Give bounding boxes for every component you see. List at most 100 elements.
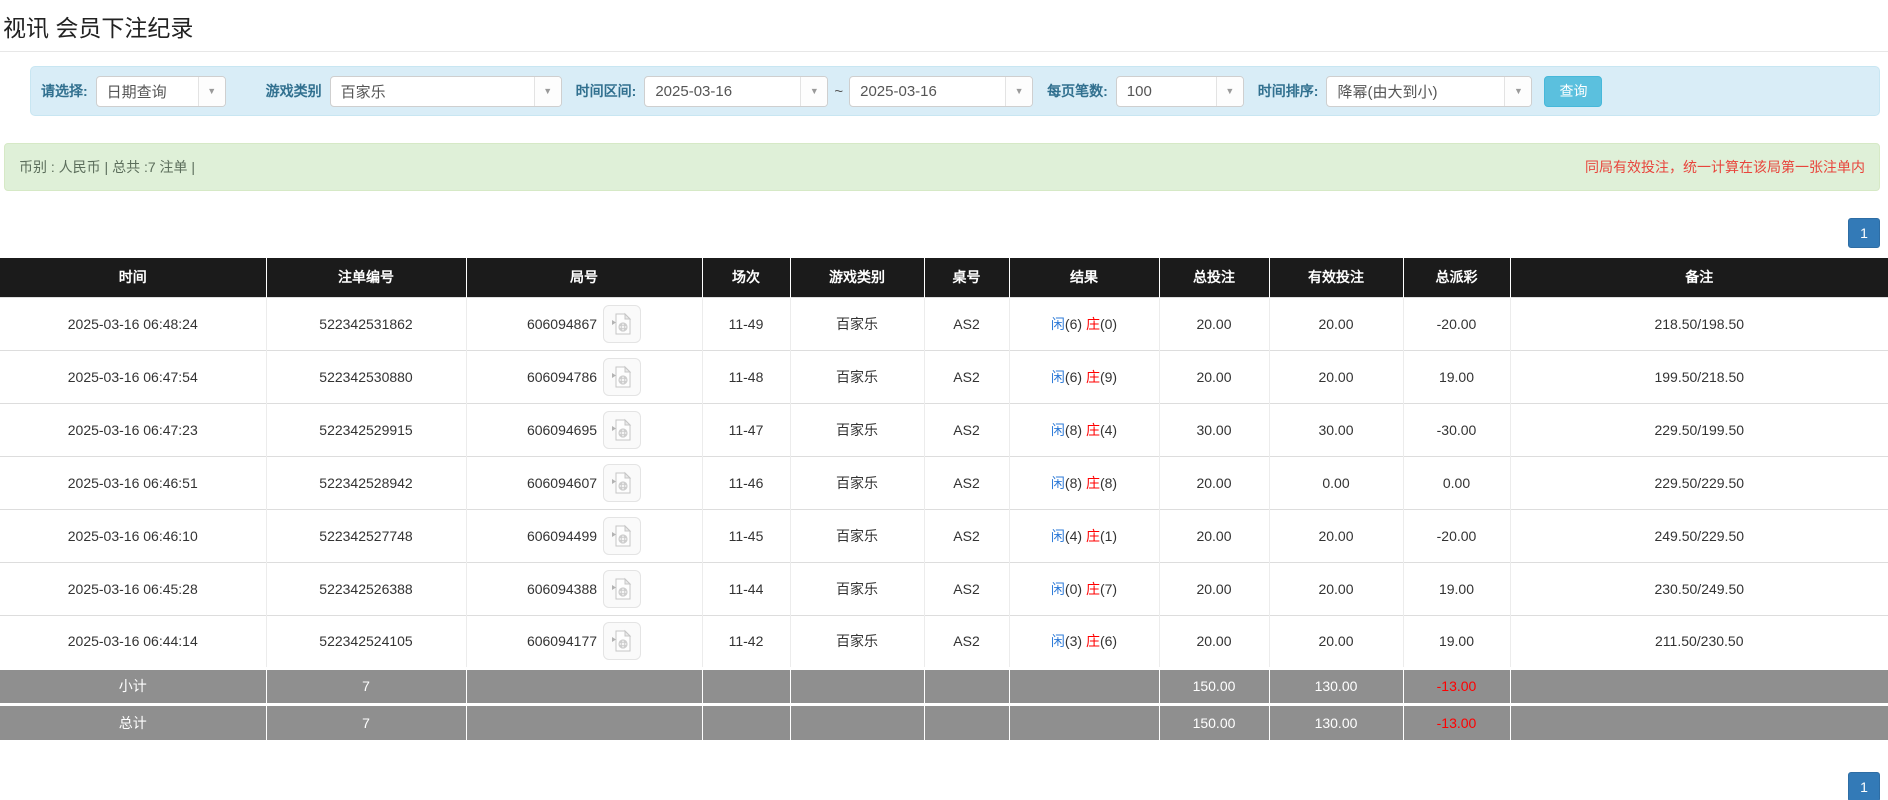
result-banker-label: 庄 xyxy=(1086,633,1100,649)
result-score: (8) xyxy=(1065,475,1082,491)
cell-round-id: 606094695 xyxy=(466,403,702,456)
result-player-label: 闲 xyxy=(1051,633,1065,649)
result-banker-label: 庄 xyxy=(1086,528,1100,544)
video-replay-button[interactable] xyxy=(603,517,641,555)
result-score: (0) xyxy=(1100,316,1117,332)
col-header-total-bet: 总投注 xyxy=(1159,258,1269,297)
result-score: (6) xyxy=(1065,316,1082,332)
film-icon xyxy=(611,471,633,495)
page-size-value: 100 xyxy=(1117,77,1216,106)
page-1-button[interactable]: 1 xyxy=(1848,772,1880,800)
cell-table-no: AS2 xyxy=(924,615,1009,668)
cell-payout: -30.00 xyxy=(1403,403,1510,456)
cell-session: 11-47 xyxy=(702,403,790,456)
cell-round-id: 606094867 xyxy=(466,297,702,350)
time-sort-select[interactable]: 降幂(由大到小) ▼ xyxy=(1326,76,1532,107)
cell-total-bet[interactable]: 20.00 xyxy=(1159,509,1269,562)
cell-total-bet[interactable]: 20.00 xyxy=(1159,350,1269,403)
cell-result: 闲(3) 庄(6) xyxy=(1009,615,1159,668)
result-score: (8) xyxy=(1065,422,1082,438)
cell-total-bet[interactable]: 20.00 xyxy=(1159,562,1269,615)
film-icon xyxy=(611,629,633,653)
game-type-label: 游戏类别 xyxy=(266,81,322,101)
col-header-time: 时间 xyxy=(0,258,266,297)
date-to-select[interactable]: 2025-03-16 ▼ xyxy=(849,76,1033,107)
cell-time: 2025-03-16 06:48:24 xyxy=(0,297,266,350)
cell-remark: 230.50/249.50 xyxy=(1510,562,1888,615)
cell-result: 闲(8) 庄(8) xyxy=(1009,456,1159,509)
cell-bet-id: 522342528942 xyxy=(266,456,466,509)
round-id-value: 606094388 xyxy=(527,581,597,597)
table-row: 2025-03-16 06:44:14522342524105606094177… xyxy=(0,615,1888,668)
date-mode-select[interactable]: 日期查询 ▼ xyxy=(96,76,226,107)
chevron-down-icon[interactable]: ▼ xyxy=(1005,77,1032,106)
cell-result: 闲(6) 庄(9) xyxy=(1009,350,1159,403)
cell-payout: 19.00 xyxy=(1403,562,1510,615)
cell-round-id: 606094177 xyxy=(466,615,702,668)
subtotal-payout: -13.00 xyxy=(1403,668,1510,704)
filter-bar: 请选择: 日期查询 ▼ 游戏类别 百家乐 ▼ 时间区间: 2025-03-16 … xyxy=(30,66,1880,116)
col-header-session: 场次 xyxy=(702,258,790,297)
cell-game-type: 百家乐 xyxy=(790,350,924,403)
chevron-down-icon[interactable]: ▼ xyxy=(198,77,225,106)
cell-bet-id: 522342527748 xyxy=(266,509,466,562)
video-replay-button[interactable] xyxy=(603,464,641,502)
game-type-value: 百家乐 xyxy=(331,77,534,106)
cell-total-bet[interactable]: 20.00 xyxy=(1159,615,1269,668)
cell-game-type: 百家乐 xyxy=(790,297,924,350)
chevron-down-icon[interactable]: ▼ xyxy=(1216,77,1243,106)
chevron-down-icon[interactable]: ▼ xyxy=(1504,77,1531,106)
col-header-payout: 总派彩 xyxy=(1403,258,1510,297)
cell-bet-id: 522342530880 xyxy=(266,350,466,403)
table-row: 2025-03-16 06:48:24522342531862606094867… xyxy=(0,297,1888,350)
cell-remark: 229.50/199.50 xyxy=(1510,403,1888,456)
result-player-label: 闲 xyxy=(1051,475,1065,491)
result-banker-label: 庄 xyxy=(1086,369,1100,385)
page-size-label: 每页笔数: xyxy=(1047,81,1108,101)
video-replay-button[interactable] xyxy=(603,622,641,660)
chevron-down-icon[interactable]: ▼ xyxy=(800,77,827,106)
result-score: (8) xyxy=(1100,475,1117,491)
search-button[interactable]: 查询 xyxy=(1544,76,1602,107)
cell-total-bet[interactable]: 20.00 xyxy=(1159,297,1269,350)
video-replay-button[interactable] xyxy=(603,570,641,608)
date-from-select[interactable]: 2025-03-16 ▼ xyxy=(644,76,828,107)
page-size-select[interactable]: 100 ▼ xyxy=(1116,76,1244,107)
cell-table-no: AS2 xyxy=(924,562,1009,615)
cell-remark: 229.50/229.50 xyxy=(1510,456,1888,509)
table-row: 2025-03-16 06:47:54522342530880606094786… xyxy=(0,350,1888,403)
cell-bet-id: 522342524105 xyxy=(266,615,466,668)
cell-payout: -20.00 xyxy=(1403,509,1510,562)
result-player-label: 闲 xyxy=(1051,581,1065,597)
video-replay-button[interactable] xyxy=(603,305,641,343)
chevron-down-icon[interactable]: ▼ xyxy=(534,77,561,106)
cell-bet-id: 522342531862 xyxy=(266,297,466,350)
result-banker-label: 庄 xyxy=(1086,581,1100,597)
cell-valid-bet: 30.00 xyxy=(1269,403,1403,456)
cell-valid-bet: 20.00 xyxy=(1269,509,1403,562)
table-row: 2025-03-16 06:46:51522342528942606094607… xyxy=(0,456,1888,509)
game-type-select[interactable]: 百家乐 ▼ xyxy=(330,76,562,107)
cell-session: 11-46 xyxy=(702,456,790,509)
cell-valid-bet: 20.00 xyxy=(1269,297,1403,350)
result-player-label: 闲 xyxy=(1051,422,1065,438)
result-score: (9) xyxy=(1100,369,1117,385)
film-icon xyxy=(611,524,633,548)
col-header-remark: 备注 xyxy=(1510,258,1888,297)
video-replay-button[interactable] xyxy=(603,358,641,396)
cell-time: 2025-03-16 06:45:28 xyxy=(0,562,266,615)
cell-time: 2025-03-16 06:46:51 xyxy=(0,456,266,509)
pagination-top: 1 xyxy=(0,218,1880,248)
col-header-bet-id: 注单编号 xyxy=(266,258,466,297)
cell-total-bet[interactable]: 30.00 xyxy=(1159,403,1269,456)
result-score: (4) xyxy=(1065,528,1082,544)
video-replay-button[interactable] xyxy=(603,411,641,449)
cell-total-bet[interactable]: 20.00 xyxy=(1159,456,1269,509)
page-1-button[interactable]: 1 xyxy=(1848,218,1880,248)
cell-game-type: 百家乐 xyxy=(790,509,924,562)
subtotal-total-bet: 150.00 xyxy=(1159,668,1269,704)
col-header-valid-bet: 有效投注 xyxy=(1269,258,1403,297)
result-score: (4) xyxy=(1100,422,1117,438)
cell-round-id: 606094786 xyxy=(466,350,702,403)
cell-table-no: AS2 xyxy=(924,350,1009,403)
